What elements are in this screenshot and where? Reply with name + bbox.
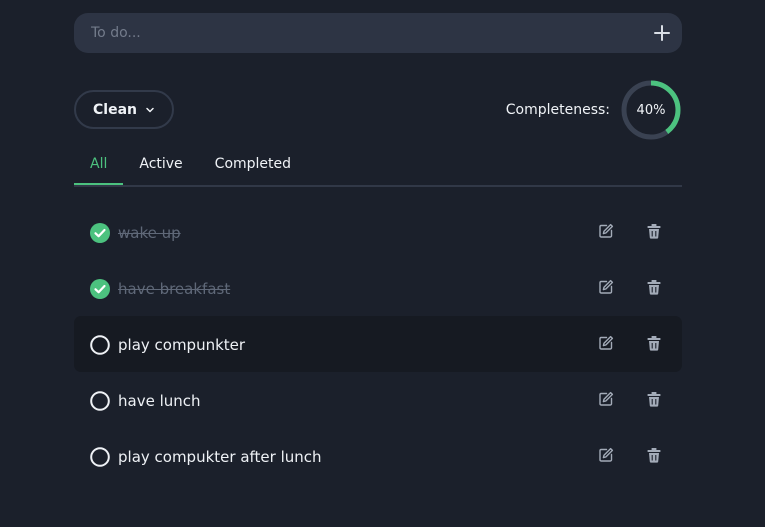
todo-item: play compunkter <box>74 316 682 372</box>
tab-all[interactable]: All <box>74 147 124 185</box>
completeness-label: Completeness: <box>505 102 610 118</box>
todo-text: play compukter after lunch <box>118 448 322 466</box>
tab-active[interactable]: Active <box>123 147 198 183</box>
checked-circle-icon[interactable] <box>90 279 110 299</box>
clean-filter-label: Clean <box>93 101 137 118</box>
completeness-value: 40% <box>636 102 666 118</box>
todo-text: have breakfast <box>118 280 231 298</box>
clean-filter-button[interactable]: Clean <box>74 90 174 129</box>
todo-item: have breakfast <box>74 260 682 316</box>
empty-circle-icon[interactable] <box>90 335 110 355</box>
tab-completed[interactable]: Completed <box>199 147 307 183</box>
edit-icon[interactable] <box>598 279 614 295</box>
empty-circle-icon[interactable] <box>90 447 110 467</box>
todo-list: wake up have breakfast play compunkter h… <box>74 204 682 484</box>
todo-input[interactable] <box>74 13 682 53</box>
todo-item: have lunch <box>74 372 682 428</box>
completeness-indicator: Completeness: 40% <box>506 77 682 143</box>
todo-text: wake up <box>118 224 181 242</box>
edit-icon[interactable] <box>598 391 614 407</box>
plus-icon[interactable] <box>652 23 672 43</box>
edit-icon[interactable] <box>598 335 614 351</box>
trash-icon[interactable] <box>646 223 662 239</box>
todo-item: wake up <box>74 204 682 260</box>
empty-circle-icon[interactable] <box>90 391 110 411</box>
todo-app: Clean Completeness: 40% All Active Compl… <box>74 13 682 484</box>
edit-icon[interactable] <box>598 447 614 463</box>
completeness-ring: 40% <box>620 79 682 141</box>
chevron-down-icon <box>146 107 154 112</box>
trash-icon[interactable] <box>646 279 662 295</box>
filter-tabs: All Active Completed <box>74 147 682 187</box>
trash-icon[interactable] <box>646 391 662 407</box>
todo-item: play compukter after lunch <box>74 428 682 484</box>
control-row: Clean Completeness: 40% <box>74 77 682 147</box>
todo-text: play compunkter <box>118 336 246 354</box>
checked-circle-icon[interactable] <box>90 223 110 243</box>
todo-input-bar <box>74 13 682 53</box>
todo-text: have lunch <box>118 392 201 410</box>
trash-icon[interactable] <box>646 447 662 463</box>
trash-icon[interactable] <box>646 335 662 351</box>
edit-icon[interactable] <box>598 223 614 239</box>
